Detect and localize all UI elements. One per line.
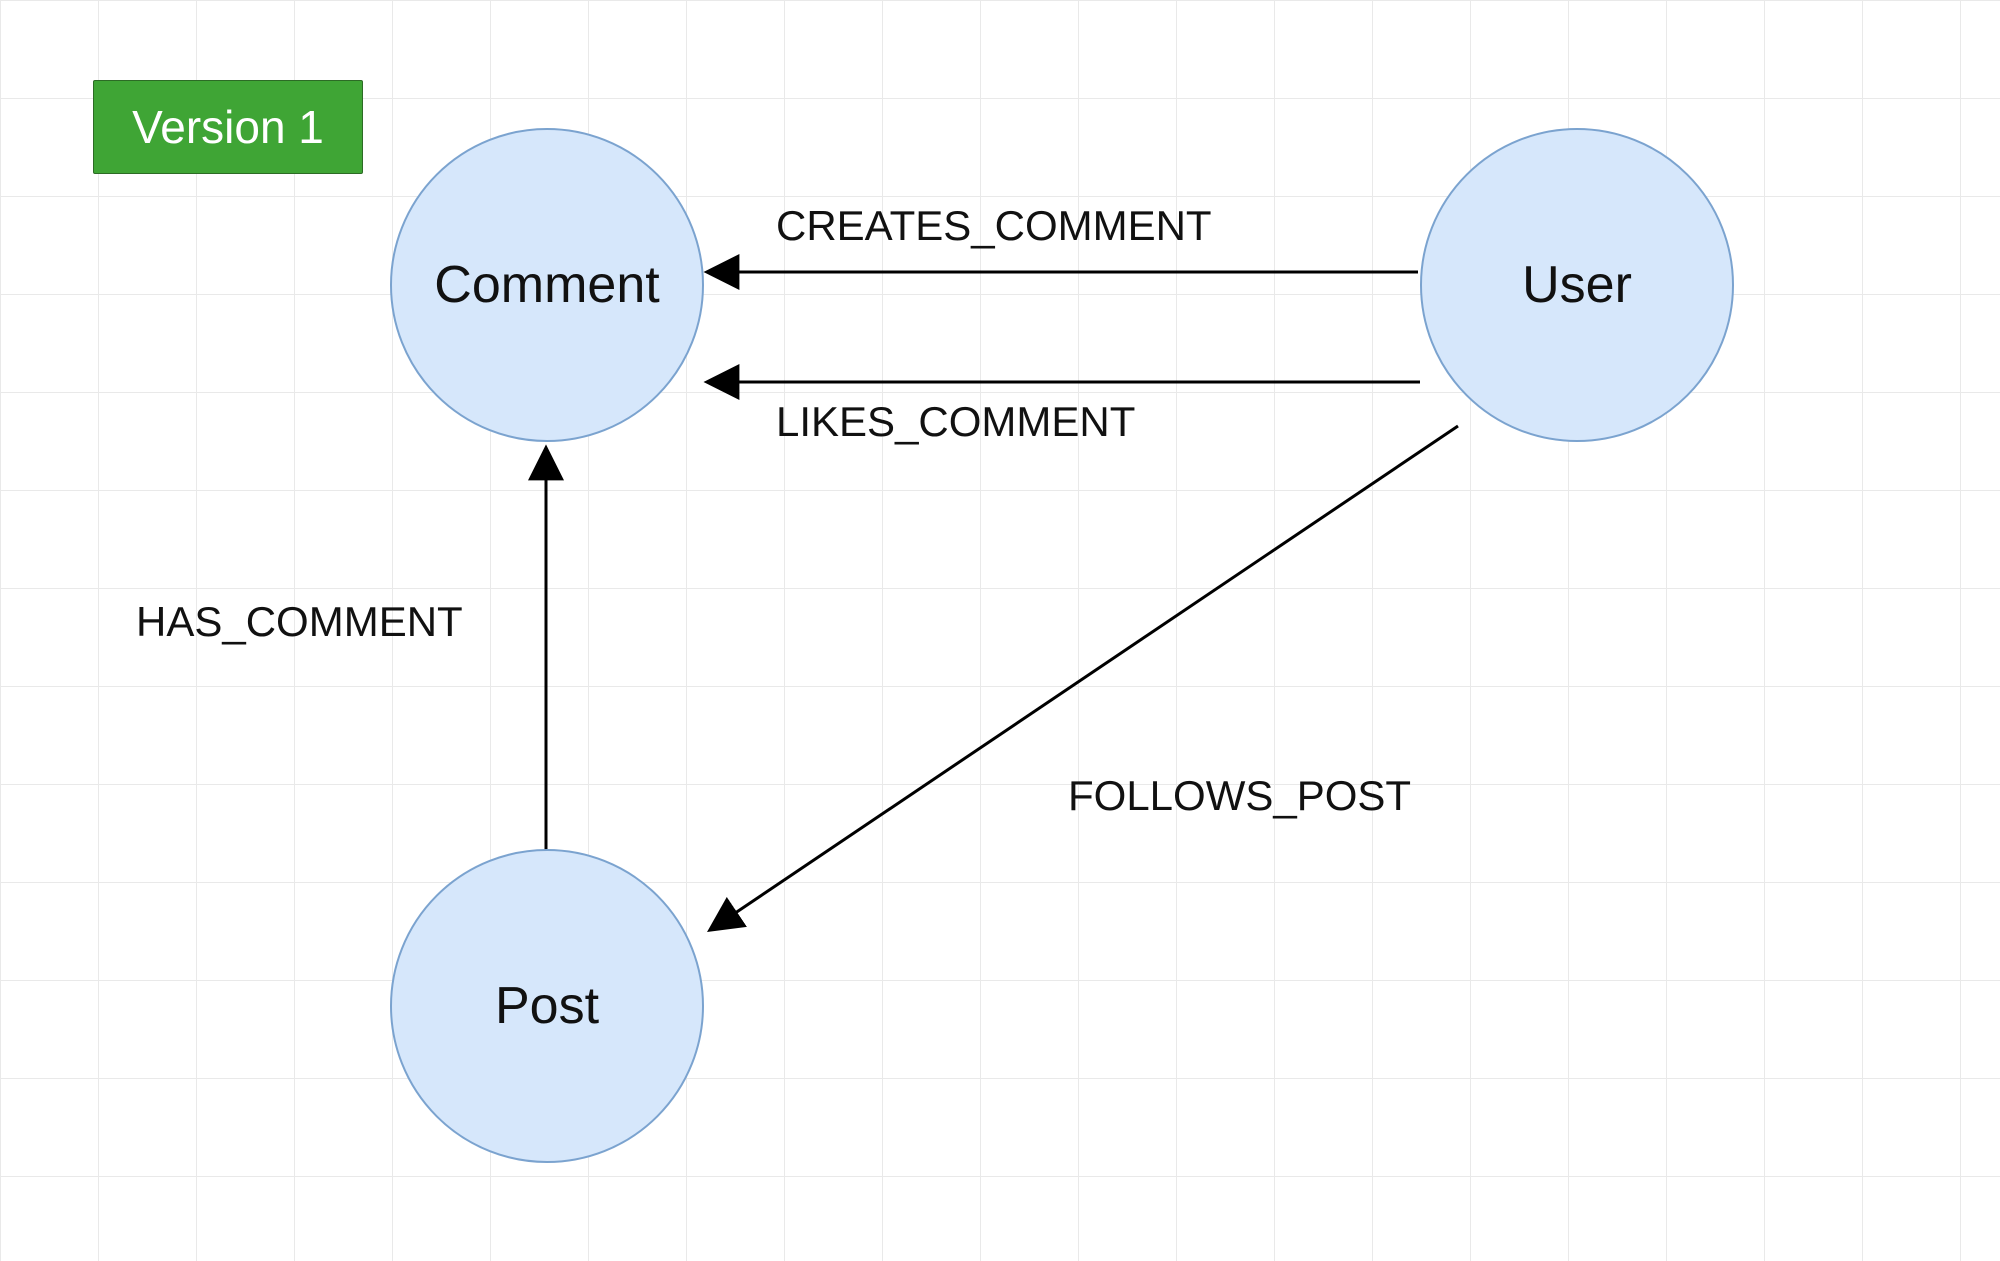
node-post-label: Post — [495, 976, 599, 1036]
edge-label-follows-post: FOLLOWS_POST — [1068, 772, 1411, 820]
node-user-label: User — [1522, 255, 1632, 315]
edge-label-creates-comment: CREATES_COMMENT — [776, 202, 1212, 250]
node-post[interactable]: Post — [390, 849, 704, 1163]
diagram-canvas: Version 1 CREATES_COMMENT LIKES_COMMENT … — [0, 0, 2000, 1261]
node-comment-label: Comment — [434, 255, 659, 315]
edge-label-has-comment: HAS_COMMENT — [136, 598, 463, 646]
edge-follows-post — [710, 426, 1458, 930]
node-user[interactable]: User — [1420, 128, 1734, 442]
edge-label-likes-comment: LIKES_COMMENT — [776, 398, 1135, 446]
node-comment[interactable]: Comment — [390, 128, 704, 442]
